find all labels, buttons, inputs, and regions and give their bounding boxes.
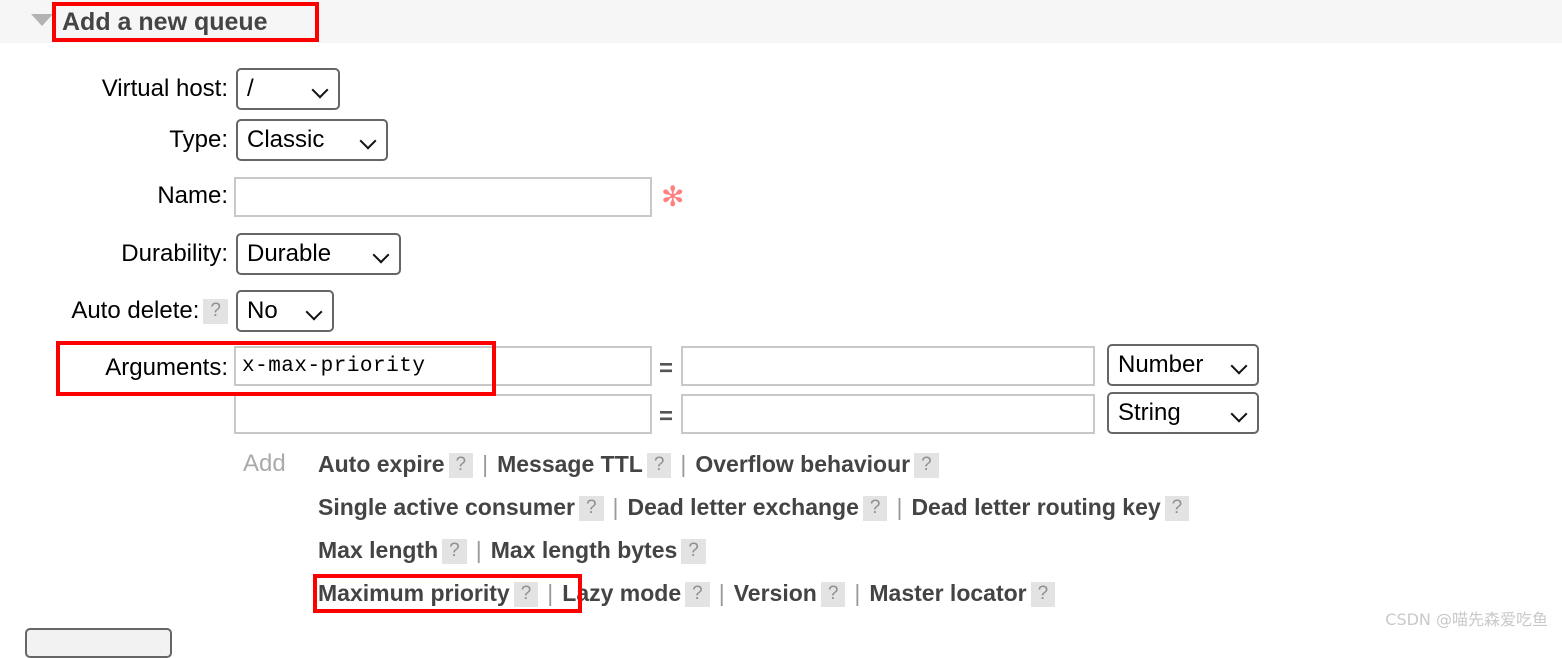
form-row-auto-delete: Auto delete:? No [0, 290, 1562, 332]
required-marker: ✻ [661, 180, 685, 213]
preset-maximum-priority[interactable]: Maximum priority [318, 580, 510, 606]
auto-delete-select-value: No [236, 290, 334, 332]
name-input[interactable] [234, 177, 652, 217]
preset-version[interactable]: Version [734, 580, 817, 606]
form-row-arguments-2: = String [0, 392, 1562, 436]
max-length-bytes-help-icon[interactable]: ? [681, 539, 706, 564]
arguments-label: Arguments: [105, 354, 228, 381]
durability-select[interactable]: Durable [236, 233, 401, 275]
dead-letter-exchange-help-icon[interactable]: ? [862, 496, 888, 521]
master-locator-help-icon[interactable]: ? [1030, 582, 1056, 607]
argument-type-select-0[interactable]: Number [1107, 344, 1259, 386]
dead-letter-routing-key-help-icon[interactable]: ? [1164, 496, 1190, 521]
form-row-arguments: Arguments: = Number [0, 344, 1562, 388]
max-length-help-icon[interactable]: ? [442, 539, 467, 564]
preset-overflow-behaviour[interactable]: Overflow behaviour [695, 451, 910, 477]
version-help-icon[interactable]: ? [820, 582, 846, 607]
preset-separator: | [482, 451, 489, 477]
auto-delete-label-text: Auto delete: [71, 297, 200, 324]
type-select-value: Classic [236, 119, 388, 161]
auto-delete-select[interactable]: No [236, 290, 334, 332]
preset-separator: | [718, 580, 725, 606]
argument-value-input-1[interactable] [681, 394, 1095, 434]
argument-equals-1: = [659, 403, 674, 430]
auto-delete-label: Auto delete:? [14, 297, 228, 325]
preset-master-locator[interactable]: Master locator [869, 580, 1026, 606]
argument-type-select-1[interactable]: String [1107, 392, 1259, 434]
preset-max-length[interactable]: Max length [318, 537, 438, 563]
message-ttl-help-icon[interactable]: ? [646, 453, 672, 478]
form-row-type: Type: Classic [0, 119, 1562, 161]
preset-separator: | [896, 494, 903, 520]
argument-type-value-1: String [1107, 392, 1259, 434]
page-title: Add a new queue [62, 8, 268, 36]
preset-row-1: Single active consumer? | Dead letter exch… [318, 494, 1190, 521]
argument-value-input-0[interactable] [681, 346, 1095, 386]
preset-separator: | [475, 537, 482, 563]
virtual-host-label: Virtual host: [101, 75, 228, 102]
lazy-mode-help-icon[interactable]: ? [685, 582, 710, 607]
preset-row-0: Auto expire? | Message TTL? | Overflow behav… [318, 451, 939, 478]
single-active-consumer-help-icon[interactable]: ? [578, 496, 604, 521]
preset-single-active-consumer[interactable]: Single active consumer [318, 494, 575, 520]
preset-auto-expire[interactable]: Auto expire [318, 451, 445, 477]
auto-expire-help-icon[interactable]: ? [448, 453, 474, 478]
preset-dead-letter-routing-key[interactable]: Dead letter routing key [911, 494, 1160, 520]
add-queue-submit-button[interactable] [25, 628, 172, 658]
preset-message-ttl[interactable]: Message TTL [497, 451, 643, 477]
preset-dead-letter-exchange[interactable]: Dead letter exchange [628, 494, 859, 520]
preset-separator: | [547, 580, 554, 606]
argument-equals-0: = [659, 355, 674, 382]
form-row-virtual-host: Virtual host: / [0, 68, 1562, 110]
preset-row-3: Maximum priority? | Lazy mode? | Version? | Ma… [318, 580, 1056, 607]
watermark: CSDN @喵先森爱吃鱼 [1385, 610, 1548, 629]
virtual-host-select[interactable]: / [236, 68, 340, 110]
virtual-host-select-value: / [236, 68, 340, 110]
overflow-behaviour-help-icon[interactable]: ? [914, 453, 939, 478]
preset-row-2: Max length? | Max length bytes? [318, 537, 706, 564]
maximum-priority-help-icon[interactable]: ? [513, 582, 539, 607]
auto-delete-help-icon[interactable]: ? [203, 299, 228, 324]
argument-key-input-1[interactable] [234, 394, 652, 434]
preset-max-length-bytes[interactable]: Max length bytes [491, 537, 678, 563]
argument-type-value-0: Number [1107, 344, 1259, 386]
durability-label: Durability: [121, 240, 228, 267]
durability-select-value: Durable [236, 233, 401, 275]
section-header[interactable]: Add a new queue [0, 0, 1562, 43]
triangle-down-icon[interactable] [31, 14, 53, 26]
form-row-name: Name: ✻ [0, 177, 1562, 219]
argument-key-input-0[interactable] [234, 346, 652, 386]
preset-separator: | [680, 451, 687, 477]
form-row-durability: Durability: Durable [0, 233, 1562, 275]
add-argument-link[interactable]: Add [243, 450, 286, 478]
preset-lazy-mode[interactable]: Lazy mode [562, 580, 681, 606]
type-select[interactable]: Classic [236, 119, 388, 161]
type-label: Type: [169, 126, 228, 153]
preset-separator: | [854, 580, 861, 606]
preset-separator: | [612, 494, 619, 520]
name-label: Name: [157, 182, 228, 209]
